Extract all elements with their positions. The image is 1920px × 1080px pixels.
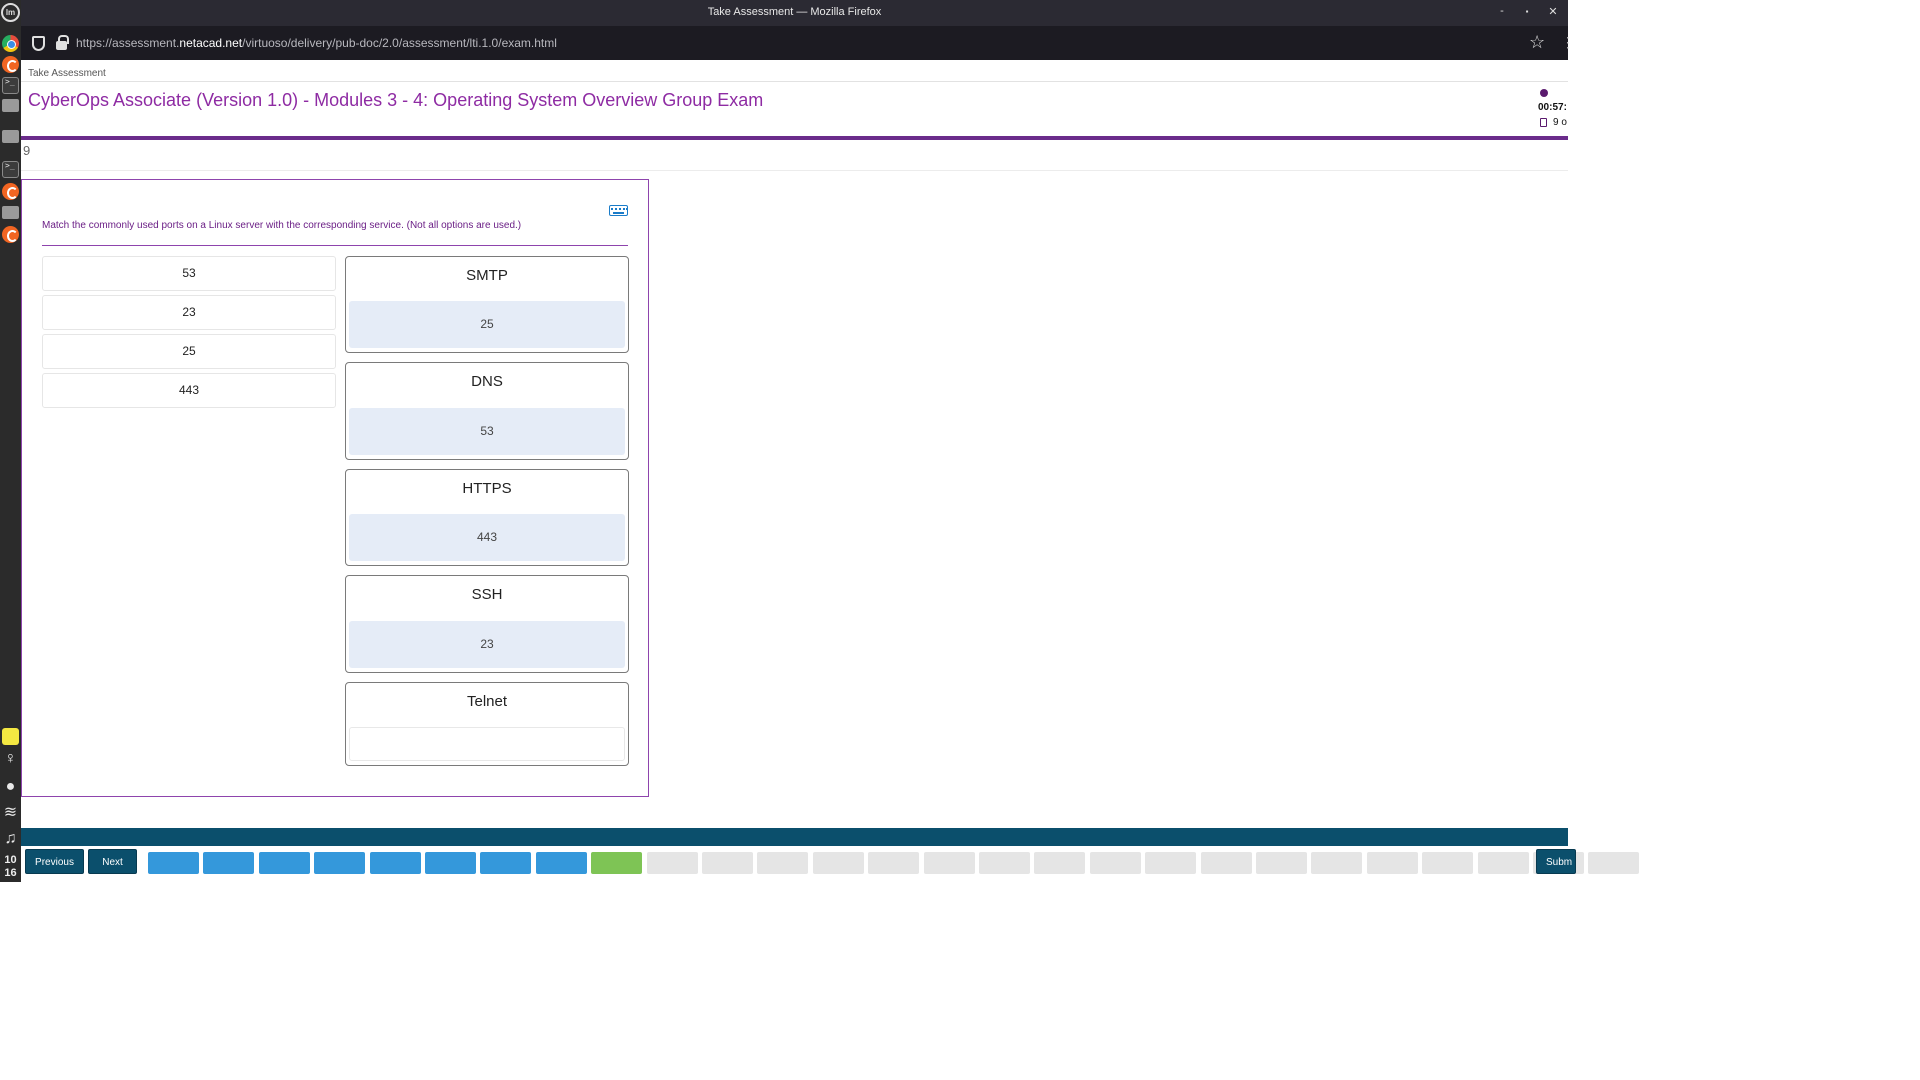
option-item[interactable]: 23 [42, 295, 336, 330]
lock-icon[interactable] [56, 35, 69, 50]
question-nav-box[interactable] [1145, 852, 1197, 874]
match-target: SSH 23 [345, 575, 629, 673]
question-nav-box[interactable] [1034, 852, 1086, 874]
prompt-divider [42, 245, 628, 246]
question-nav-box[interactable] [1311, 852, 1363, 874]
breadcrumb-divider [21, 81, 1568, 82]
clock-minutes: 16 [4, 867, 17, 879]
next-button[interactable]: Next [88, 849, 137, 874]
page-content: Take Assessment CyberOps Associate (Vers… [21, 60, 1640, 882]
drop-zone[interactable] [349, 727, 625, 761]
previous-button[interactable]: Previous [25, 849, 84, 874]
clock-icon [1540, 89, 1548, 97]
question-nav-box[interactable] [812, 852, 864, 874]
question-nav-box[interactable] [258, 852, 310, 874]
target-label: SMTP [466, 267, 508, 284]
folder-icon[interactable] [2, 99, 19, 112]
breadcrumb: Take Assessment [28, 68, 106, 79]
question-nav-box[interactable] [1422, 852, 1474, 874]
option-item[interactable]: 53 [42, 256, 336, 291]
clock-hours: 10 [4, 854, 17, 866]
question-nav-box[interactable] [369, 852, 421, 874]
maximize-button[interactable]: ▪ [1520, 7, 1534, 16]
tracking-protection-icon[interactable] [32, 36, 45, 51]
terminal-icon-2[interactable]: >_ [2, 161, 19, 178]
drop-zone[interactable]: 23 [349, 621, 625, 668]
footer-strip [21, 828, 1568, 846]
firefox-icon[interactable] [2, 56, 19, 73]
question-nav-box[interactable] [1366, 852, 1418, 874]
files-icon[interactable] [2, 130, 19, 143]
header-divider [21, 136, 1568, 140]
question-card: Match the commonly used ports on a Linux… [21, 179, 649, 797]
question-nav-box[interactable] [1200, 852, 1252, 874]
close-button[interactable]: ✕ [1546, 5, 1560, 18]
document-icon [1540, 118, 1547, 127]
drop-zone[interactable]: 53 [349, 408, 625, 455]
timer-text: 00:57: [1538, 102, 1567, 113]
question-nav-box[interactable] [425, 852, 476, 874]
wifi-icon[interactable]: ≋ [2, 804, 19, 821]
question-nav-box[interactable] [203, 852, 255, 874]
keyboard-icon[interactable] [609, 205, 628, 216]
question-divider [21, 170, 1568, 171]
url-bar[interactable]: https://assessment.netacad.net/virtuoso/… [76, 36, 557, 50]
question-nav-box[interactable] [923, 852, 975, 874]
os-dock: lm >_ >_ ♀ ● ≋ ♫ 10 16 [0, 0, 21, 882]
menu-icon[interactable]: ⋮ [1561, 34, 1575, 51]
target-label: SSH [471, 586, 503, 603]
question-nav-box[interactable] [148, 852, 199, 874]
option-item[interactable]: 25 [42, 334, 336, 369]
target-label: DNS [471, 373, 503, 390]
question-nav-box[interactable] [1477, 852, 1529, 874]
match-target: HTTPS 443 [345, 469, 629, 566]
firefox-icon-2[interactable] [2, 183, 19, 200]
question-nav-box[interactable] [979, 852, 1030, 874]
firefox-icon-3[interactable] [2, 226, 19, 243]
match-target: DNS 53 [345, 362, 629, 460]
terminal-icon[interactable]: >_ [2, 77, 19, 94]
url-prefix: https://assessment. [76, 36, 180, 50]
target-label: HTTPS [462, 480, 512, 497]
question-prompt: Match the commonly used ports on a Linux… [42, 220, 522, 231]
question-nav-box[interactable] [757, 852, 809, 874]
question-nav-box[interactable] [1089, 852, 1141, 874]
question-number: 9 [23, 143, 31, 158]
window-titlebar: Take Assessment — Mozilla Firefox - ▪ ✕ [21, 0, 1568, 27]
system-clock: 10 16 [0, 854, 21, 880]
question-nav-box[interactable] [314, 852, 366, 874]
notes-icon[interactable] [2, 728, 19, 745]
music-icon[interactable]: ♫ [2, 830, 19, 847]
question-nav-box[interactable] [868, 852, 920, 874]
mint-menu-icon[interactable]: lm [1, 3, 20, 22]
navigation-bar: https://assessment.netacad.net/virtuoso/… [21, 27, 1575, 60]
question-nav-box[interactable] [1588, 852, 1640, 874]
question-nav-box[interactable] [591, 852, 643, 874]
footer-nav: Previous Next Subm [21, 846, 1640, 882]
folder-icon-2[interactable] [2, 206, 19, 219]
progress-text: 9 o [1553, 117, 1567, 128]
user-icon[interactable]: ● [2, 778, 19, 795]
match-target: SMTP 25 [345, 256, 629, 353]
minimize-button[interactable]: - [1495, 5, 1509, 17]
drop-zone[interactable]: 25 [349, 301, 625, 348]
question-nav-box[interactable] [535, 852, 587, 874]
chrome-icon[interactable] [2, 35, 19, 52]
lightbulb-icon[interactable]: ♀ [2, 750, 19, 767]
drop-zone[interactable]: 443 [349, 514, 625, 561]
match-target: Telnet [345, 682, 629, 766]
question-nav-box[interactable] [480, 852, 532, 874]
target-label: Telnet [466, 693, 508, 710]
question-nav-box[interactable] [702, 852, 753, 874]
url-path: /virtuoso/delivery/pub-doc/2.0/assessmen… [242, 36, 557, 50]
bookmark-star-icon[interactable]: ☆ [1529, 32, 1545, 53]
option-item[interactable]: 443 [42, 373, 336, 408]
question-nav-box[interactable] [1256, 852, 1307, 874]
submit-button[interactable]: Subm [1536, 849, 1576, 874]
page-title: CyberOps Associate (Version 1.0) - Modul… [28, 90, 764, 110]
url-domain: netacad.net [179, 36, 243, 50]
window-title: Take Assessment — Mozilla Firefox [707, 6, 882, 18]
question-nav-box[interactable] [646, 852, 698, 874]
